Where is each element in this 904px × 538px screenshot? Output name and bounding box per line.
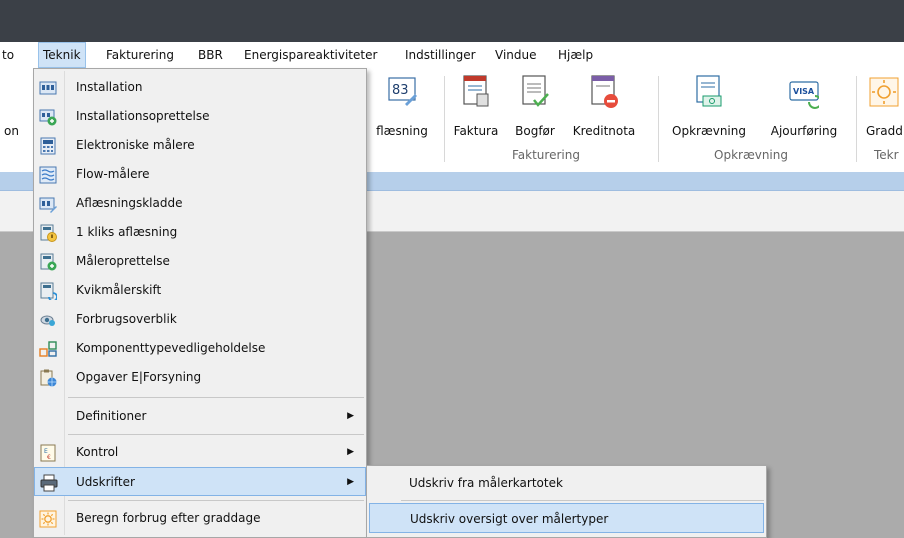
menu-item-udskrifter[interactable]: Udskrifter ▶	[34, 467, 366, 496]
ribbon-group-fakturering: Fakturering	[512, 148, 580, 162]
menu-item-vindue[interactable]: Vindue	[495, 42, 537, 68]
flow-meter-icon	[39, 166, 57, 184]
menu-item-label: Måleroprettelse	[76, 254, 170, 268]
menu-separator	[68, 397, 364, 398]
submenu-arrow-icon: ▶	[347, 411, 354, 421]
menu-item-aflaesningskladde[interactable]: Aflæsningskladde	[34, 189, 366, 218]
menu-item-forbrugsoverblik[interactable]: Forbrugsoverblik	[34, 305, 366, 334]
collection-icon	[696, 75, 722, 107]
electronic-meter-icon	[40, 137, 56, 155]
ribbon-button-kreditnota[interactable]: Kreditnota	[562, 68, 646, 154]
menu-item-kvikmaalerskift[interactable]: Kvikmålerskift	[34, 276, 366, 305]
menu-item-label: Definitioner	[76, 409, 147, 423]
menu-item-label: Opgaver E|Forsyning	[76, 370, 202, 384]
ribbon-separator	[856, 76, 857, 162]
menu-separator	[68, 434, 364, 435]
udskrifter-submenu: Udskriv fra målerkartotek Udskriv oversi…	[366, 465, 767, 538]
reading-draft-icon	[39, 197, 57, 213]
credit-note-icon	[591, 75, 618, 108]
invoice-icon	[463, 75, 489, 107]
printer-icon	[40, 474, 58, 492]
installation-create-icon	[39, 109, 57, 126]
ribbon-label-faktura: Faktura	[453, 124, 499, 138]
ribbon-button-bogfoer[interactable]: Bogfør	[510, 68, 560, 154]
menu-item-elektroniske-maalere[interactable]: Elektroniske målere	[34, 131, 366, 160]
ribbon-separator	[658, 76, 659, 162]
submenu-item-udskriv-fra-maalerkartotek[interactable]: Udskriv fra målerkartotek	[367, 468, 766, 498]
sun-icon	[869, 77, 899, 107]
one-click-reading-icon	[40, 224, 57, 242]
ribbon-label-ajourfoering: Ajourføring	[770, 124, 838, 138]
menu-item-indstillinger[interactable]: Indstillinger	[405, 42, 476, 68]
reading-digits: 83	[392, 83, 409, 98]
ribbon-button-faktura[interactable]: Faktura	[448, 68, 504, 154]
menu-item-label: Elektroniske målere	[76, 138, 195, 152]
menu-item-label: Installationsoprettelse	[76, 109, 210, 123]
window-titlebar	[0, 0, 904, 42]
quick-meter-change-icon	[40, 282, 57, 300]
menu-item-label: Kontrol	[76, 445, 119, 459]
component-types-icon	[39, 341, 57, 357]
menu-item-1-kliks-aflaesning[interactable]: 1 kliks aflæsning	[34, 218, 366, 247]
menu-item-definitioner[interactable]: Definitioner ▶	[34, 402, 366, 431]
ribbon-label-aflaesning: flæsning	[376, 124, 428, 138]
ribbon-partial-label: on	[4, 124, 19, 138]
menu-item-label: Installation	[76, 80, 143, 94]
menu-item-komponenttypevedligeholdelse[interactable]: Komponenttypevedligeholdelse	[34, 334, 366, 363]
menu-item-installation[interactable]: Installation	[34, 73, 366, 102]
ribbon-button-aflaesning[interactable]: 83 flæsning	[366, 68, 438, 154]
control-icon: E€	[40, 444, 56, 462]
svg-text:€: €	[47, 454, 51, 461]
submenu-item-label: Udskriv fra målerkartotek	[409, 476, 563, 490]
ribbon-label-bogfoer: Bogfør	[515, 124, 555, 138]
meter-reading-icon: 83	[388, 77, 417, 106]
ribbon-label-graddage: Gradd	[866, 124, 903, 138]
consumption-overview-icon	[40, 315, 55, 326]
tasks-globe-icon	[40, 369, 57, 387]
menu-bar: to Teknik Fakturering BBR Energispareakt…	[0, 42, 904, 68]
menu-item-label: Flow-målere	[76, 167, 150, 181]
ribbon-button-ajourfoering[interactable]: VISA Ajourføring	[758, 68, 850, 154]
submenu-item-udskriv-oversigt-maalertyper[interactable]: Udskriv oversigt over målertyper	[369, 503, 764, 533]
menu-item-label: Forbrugsoverblik	[76, 312, 177, 326]
menu-separator	[401, 500, 764, 501]
menu-item-opgaver-eforsyning[interactable]: Opgaver E|Forsyning	[34, 363, 366, 392]
meter-create-icon	[40, 253, 57, 271]
menu-item-flow-maalere[interactable]: Flow-målere	[34, 160, 366, 189]
menu-item-beregn-forbrug[interactable]: Beregn forbrug efter graddage	[34, 504, 366, 533]
ribbon-group-teknik: Tekr	[874, 148, 899, 162]
menu-item-hjaelp[interactable]: Hjælp	[558, 42, 593, 68]
ribbon-group-opkraevning: Opkrævning	[714, 148, 788, 162]
menu-separator	[68, 500, 364, 501]
menu-item-bbr[interactable]: BBR	[198, 42, 223, 68]
menu-item-teknik[interactable]: Teknik	[38, 42, 86, 68]
menu-item-label: 1 kliks aflæsning	[76, 225, 178, 239]
menu-item-energispareaktiviteter[interactable]: Energispareaktiviteter	[244, 42, 377, 68]
menu-item-label: Komponenttypevedligeholdelse	[76, 341, 266, 355]
visa-card-icon: VISA	[789, 81, 819, 109]
menu-item-label: Beregn forbrug efter graddage	[76, 511, 261, 525]
menu-item-label: Aflæsningskladde	[76, 196, 183, 210]
menu-item-fakturering[interactable]: Fakturering	[106, 42, 174, 68]
ribbon-button-graddage[interactable]: Gradd	[862, 68, 904, 154]
teknik-dropdown-menu: Installation Installationsoprettelse Ele…	[33, 68, 367, 538]
submenu-arrow-icon: ▶	[347, 447, 354, 457]
post-ledger-icon	[522, 75, 549, 107]
ribbon-separator	[444, 76, 445, 162]
menu-item-kontrol[interactable]: E € Kontrol ▶	[34, 438, 366, 467]
installation-icon	[39, 81, 57, 95]
menu-item-label: Kvikmålerskift	[76, 283, 162, 297]
sun-icon	[39, 510, 57, 528]
menu-item-partial[interactable]: to	[2, 42, 14, 68]
visa-text: VISA	[793, 87, 815, 96]
menu-item-label: Udskrifter	[76, 475, 135, 489]
menu-item-maaleroprettelse[interactable]: Måleroprettelse	[34, 247, 366, 276]
submenu-arrow-icon: ▶	[347, 477, 354, 487]
ribbon-button-opkraevning[interactable]: Opkrævning	[664, 68, 754, 154]
ribbon-label-kreditnota: Kreditnota	[572, 124, 636, 138]
menu-item-installationsoprettelse[interactable]: Installationsoprettelse	[34, 102, 366, 131]
submenu-item-label: Udskriv oversigt over målertyper	[410, 512, 609, 526]
ribbon-label-opkraevning: Opkrævning	[672, 124, 746, 138]
